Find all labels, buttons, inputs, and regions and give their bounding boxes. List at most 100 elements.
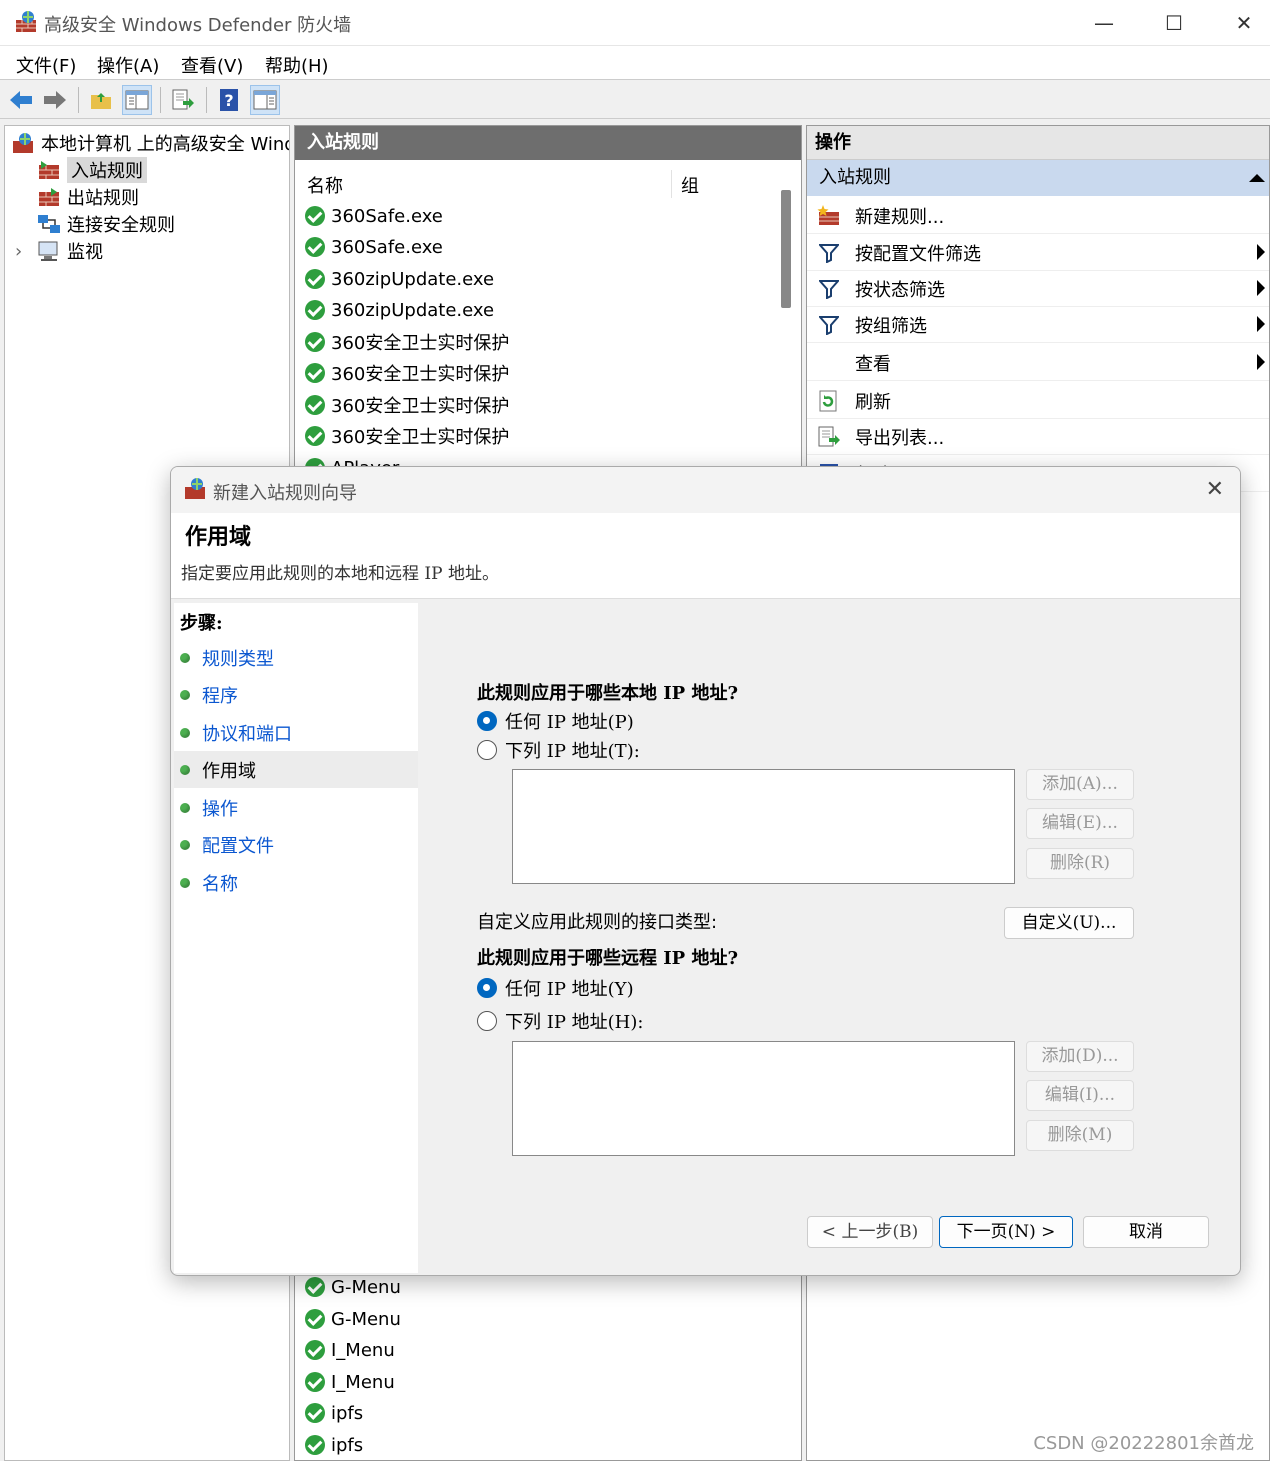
menu-help[interactable]: 帮助(H)	[265, 52, 329, 78]
radio-button[interactable]	[477, 740, 497, 760]
dialog-titlebar: 新建入站规则向导 ✕	[171, 467, 1240, 513]
customize-interface-button[interactable]: 自定义(U)...	[1004, 907, 1134, 939]
back-button[interactable]: < 上一步(B)	[807, 1216, 933, 1248]
menu-view[interactable]: 查看(V)	[181, 52, 243, 78]
local-add-button[interactable]: 添加(A)...	[1026, 769, 1134, 800]
expand-chevron-icon[interactable]: ›	[15, 241, 31, 262]
tree-item-monitoring[interactable]: › 监视	[15, 238, 103, 264]
rule-row[interactable]: ipfs	[305, 1398, 363, 1428]
firewall-icon	[13, 133, 33, 153]
local-remove-button[interactable]: 删除(R)	[1026, 848, 1134, 879]
local-ip-question: 此规则应用于哪些本地 IP 地址?	[477, 683, 739, 704]
actions-section-inbound-rules[interactable]: 入站规则	[807, 160, 1269, 196]
rule-row[interactable]: ipfs	[305, 1430, 363, 1460]
action-filter-by-group[interactable]: 按组筛选	[807, 307, 1269, 343]
scrollbar-thumb[interactable]	[781, 190, 791, 308]
action-label: 导出列表...	[855, 427, 945, 449]
rule-name: 360安全卫士实时保护	[331, 333, 510, 354]
local-ip-list-box[interactable]	[512, 769, 1015, 884]
submenu-arrow-icon	[1257, 316, 1265, 332]
back-arrow-icon[interactable]	[6, 85, 36, 115]
rule-row[interactable]: G-Menu	[305, 1272, 401, 1302]
remote-any-ip-radio[interactable]: 任何 IP 地址(Y)	[477, 975, 634, 1001]
watermark-text: CSDN @20222801余酋龙	[1033, 1433, 1254, 1454]
filter-icon	[817, 278, 841, 300]
menu-file[interactable]: 文件(F)	[16, 52, 76, 78]
local-any-ip-radio[interactable]: 任何 IP 地址(P)	[477, 708, 634, 734]
action-export-list[interactable]: 导出列表...	[807, 419, 1269, 455]
rule-row[interactable]: 360zipUpdate.exe	[305, 295, 494, 325]
rule-name: 360zipUpdate.exe	[331, 299, 495, 321]
enabled-check-icon	[305, 269, 325, 289]
export-list-icon[interactable]	[168, 85, 198, 115]
show-hide-tree-icon[interactable]	[122, 85, 152, 115]
remote-edit-button[interactable]: 编辑(I)...	[1026, 1080, 1134, 1111]
action-refresh[interactable]: 刷新	[807, 383, 1269, 419]
show-hide-action-pane-icon[interactable]	[250, 85, 280, 115]
up-folder-icon[interactable]	[86, 85, 116, 115]
step-bullet-icon	[180, 689, 190, 700]
rule-row[interactable]: I_Menu	[305, 1335, 395, 1365]
rule-row[interactable]: 360安全卫士实时保护	[305, 327, 509, 357]
step-action[interactable]: 操作	[174, 789, 418, 826]
step-scope: 作用域	[174, 751, 418, 788]
close-window-button[interactable]: ✕	[1210, 0, 1270, 46]
step-profile[interactable]: 配置文件	[174, 826, 418, 863]
remote-remove-button[interactable]: 删除(M)	[1026, 1120, 1134, 1151]
new-rule-icon	[817, 204, 841, 227]
rule-name: ipfs	[331, 1434, 364, 1456]
step-program[interactable]: 程序	[174, 676, 418, 713]
step-name[interactable]: 名称	[174, 864, 418, 901]
rule-name: G-Menu	[331, 1308, 401, 1330]
page-subtitle: 指定要应用此规则的本地和远程 IP 地址。	[181, 564, 499, 584]
enabled-check-icon	[305, 1372, 325, 1392]
action-new-rule[interactable]: 新建规则...	[807, 198, 1269, 234]
steps-title: 步骤:	[180, 613, 223, 634]
step-rule-type[interactable]: 规则类型	[174, 639, 418, 676]
rule-row[interactable]: 360安全卫士实时保护	[305, 390, 509, 420]
help-icon[interactable]: ?	[214, 85, 244, 115]
remote-add-button[interactable]: 添加(D)...	[1026, 1041, 1134, 1072]
remote-these-ip-radio[interactable]: 下列 IP 地址(H):	[477, 1008, 643, 1034]
rule-name: 360安全卫士实时保护	[331, 364, 510, 385]
tree-root[interactable]: 本地计算机 上的高级安全 Windows Defender 防火墙	[11, 130, 289, 156]
remote-ip-list-box[interactable]	[512, 1041, 1015, 1156]
action-filter-by-state[interactable]: 按状态筛选	[807, 271, 1269, 307]
action-filter-by-profile[interactable]: 按配置文件筛选	[807, 235, 1269, 271]
rule-name: I_Menu	[331, 1339, 395, 1361]
dialog-close-button[interactable]: ✕	[1206, 477, 1224, 502]
rule-row[interactable]: I_Menu	[305, 1367, 395, 1397]
rule-row[interactable]: 360安全卫士实时保护	[305, 421, 509, 451]
rule-row[interactable]: 360Safe.exe	[305, 201, 443, 231]
local-these-ip-radio[interactable]: 下列 IP 地址(T):	[477, 737, 640, 763]
tree-root-label: 本地计算机 上的高级安全 Windows Defender 防火墙	[41, 134, 289, 155]
page-title: 作用域	[185, 524, 252, 550]
forward-arrow-icon[interactable]	[40, 85, 70, 115]
column-header-name[interactable]: 名称	[307, 172, 343, 198]
minimize-button[interactable]: —	[1070, 0, 1138, 46]
action-view[interactable]: 查看	[807, 345, 1269, 381]
local-edit-button[interactable]: 编辑(E)...	[1026, 808, 1134, 839]
enabled-check-icon	[305, 1340, 325, 1360]
maximize-button[interactable]: ☐	[1140, 0, 1208, 46]
menu-action[interactable]: 操作(A)	[97, 52, 159, 78]
radio-button[interactable]	[477, 1011, 497, 1031]
rule-row[interactable]: G-Menu	[305, 1304, 401, 1334]
tree-item-connection-security-rules[interactable]: 连接安全规则	[37, 211, 175, 237]
rule-row[interactable]: 360zipUpdate.exe	[305, 264, 494, 294]
cancel-button[interactable]: 取消	[1083, 1216, 1209, 1248]
next-button[interactable]: 下一页(N) >	[939, 1216, 1073, 1248]
tree-item-outbound-rules[interactable]: 出站规则	[37, 184, 139, 210]
vertical-scrollbar[interactable]	[779, 166, 793, 466]
column-header-group[interactable]: 组	[681, 172, 699, 198]
collapse-triangle-icon[interactable]	[1249, 174, 1265, 182]
tree-item-inbound-rules[interactable]: 入站规则	[37, 157, 147, 183]
rule-name: 360安全卫士实时保护	[331, 396, 510, 417]
outbound-rules-icon	[39, 188, 59, 206]
rule-row[interactable]: 360安全卫士实时保护	[305, 358, 509, 388]
enabled-check-icon	[305, 426, 325, 446]
radio-button-checked[interactable]	[477, 711, 497, 731]
radio-button-checked[interactable]	[477, 978, 497, 998]
rule-row[interactable]: 360Safe.exe	[305, 232, 443, 262]
step-protocol-and-ports[interactable]: 协议和端口	[174, 714, 418, 751]
